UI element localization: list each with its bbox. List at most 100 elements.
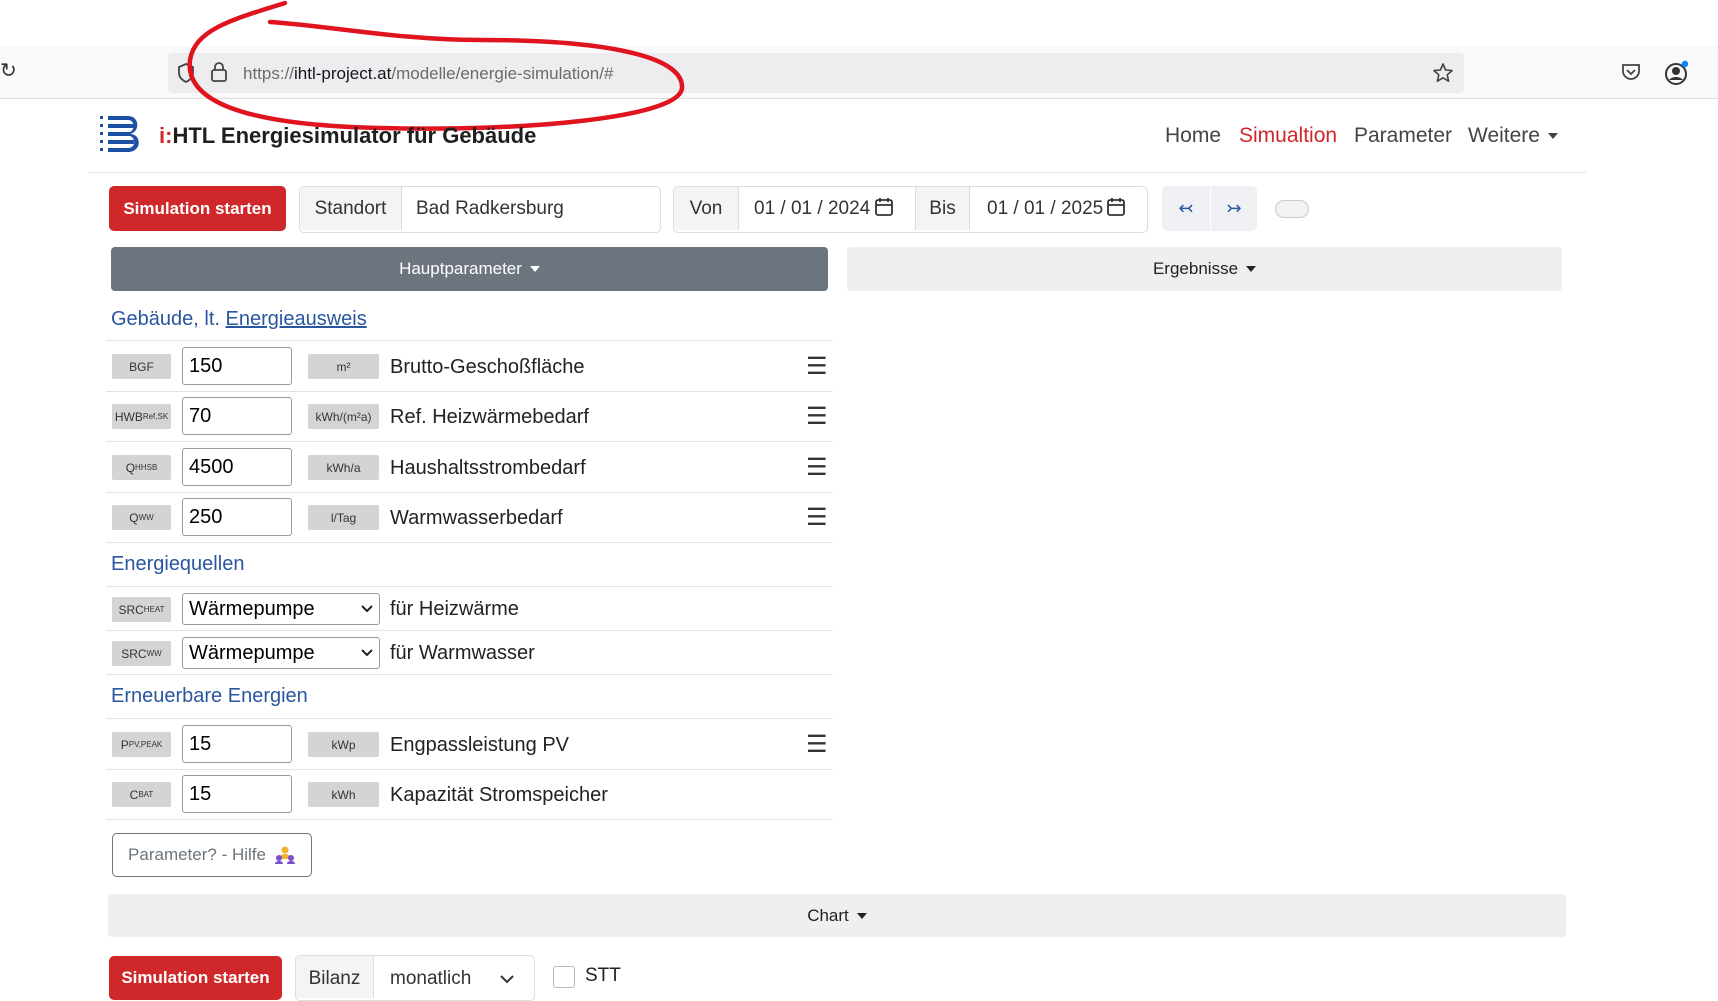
param-symbol-text: BGF [129, 359, 154, 374]
param-label-qww: Warmwasserbedarf [390, 507, 563, 529]
param-label-srcww: für Warmwasser [390, 642, 535, 664]
tab-hauptparameter-label: Hauptparameter [399, 259, 522, 278]
to-date-input[interactable]: 01 / 01 / 2025 [987, 187, 1103, 230]
param-symbol-text: Q [125, 460, 136, 475]
account-icon[interactable] [1664, 60, 1690, 86]
param-input-qww[interactable]: 250 [182, 498, 292, 536]
param-symbol-sub: PV,PEAK [128, 740, 163, 749]
section-sources-title: Energiequellen [111, 553, 245, 575]
param-unit-qww: l/Tag [308, 505, 379, 530]
calendar-icon[interactable] [874, 197, 894, 217]
row-divider [106, 542, 833, 543]
section-building-title: Gebäude, lt. Energieausweis [111, 308, 367, 331]
from-date-input[interactable]: 01 / 01 / 2024 [754, 187, 870, 230]
balance-prefix: Bilanz [296, 956, 374, 998]
nav-parameter[interactable]: Parameter [1354, 124, 1452, 148]
param-label-bgf: Brutto-Geschoßfläche [390, 356, 585, 378]
nav-home[interactable]: Home [1165, 124, 1221, 148]
row-divider [106, 340, 833, 341]
row-divider [106, 718, 833, 719]
calendar-icon[interactable] [1106, 197, 1126, 217]
dropdown-caret-icon [856, 912, 867, 919]
param-unit-ppv: kWp [308, 732, 379, 757]
param-symbol-text: HWB [114, 409, 143, 424]
param-symbol-text: SRC [118, 602, 144, 617]
param-symbol-sub: WW [146, 649, 162, 658]
param-input-hwb[interactable]: 70 [182, 397, 292, 435]
param-symbol-srcheat: SRC HEAT [112, 597, 171, 622]
param-label-srcheat: für Heizwärme [390, 598, 519, 620]
param-symbol-sub: WW [138, 513, 154, 522]
chevron-down-icon [361, 605, 373, 613]
arrow-right-icon: ↣ [1226, 198, 1242, 218]
dropdown-caret-icon [1547, 133, 1558, 140]
navbar-divider [88, 172, 1586, 173]
to-prefix: Bis [915, 187, 970, 230]
menu-icon[interactable]: ☰ [806, 503, 828, 532]
param-input-qhhsb[interactable]: 4500 [182, 448, 292, 486]
param-symbol-sub: Ref,SK [142, 412, 169, 421]
param-unit-cbat: kWh [308, 782, 379, 807]
param-symbol-sub: HHSB [135, 463, 158, 472]
param-input-cbat[interactable]: 15 [182, 775, 292, 813]
param-label-cbat: Kapazität Stromspeicher [390, 784, 608, 806]
tab-chart-label: Chart [807, 905, 849, 925]
balance-select-value: monatlich [390, 968, 472, 989]
param-unit-qhhsb: kWh/a [308, 455, 379, 480]
heat-source-select[interactable]: Wärmepumpe [182, 593, 380, 625]
bookmark-star-icon[interactable] [1432, 62, 1454, 84]
energieausweis-link[interactable]: Energieausweis [226, 308, 367, 330]
nav-weitere[interactable]: Weitere [1468, 124, 1558, 148]
from-prefix: Von [674, 187, 739, 230]
param-symbol-ppv: P PV,PEAK [112, 732, 171, 757]
tab-hauptparameter[interactable]: Hauptparameter [111, 247, 828, 291]
row-divider [106, 441, 833, 442]
extensions-icon[interactable]: ⋮ [1710, 60, 1718, 85]
row-divider [106, 769, 833, 770]
param-symbol-qww: Q WW [112, 505, 171, 530]
brand-title[interactable]: i:HTL Energiesimulator für Gebäude [159, 123, 536, 149]
param-unit-hwb: kWh/(m²a) [308, 404, 379, 429]
help-button[interactable]: Parameter? - Hilfe [112, 833, 312, 877]
menu-icon[interactable]: ☰ [806, 730, 828, 759]
param-input-bgf[interactable]: 150 [182, 347, 292, 385]
arrow-left-icon: ↢ [1178, 198, 1194, 218]
param-symbol-srcww: SRC WW [112, 641, 171, 666]
menu-icon[interactable]: ☰ [806, 453, 828, 482]
stt-checkbox[interactable] [553, 966, 575, 988]
chevron-down-icon[interactable] [500, 975, 514, 984]
next-period-button[interactable]: ↣ [1211, 186, 1257, 231]
toggle-switch[interactable] [1275, 200, 1309, 218]
dropdown-caret-icon [1246, 266, 1257, 272]
simulation-start-button[interactable]: Simulation starten [109, 186, 286, 231]
nav-simulation[interactable]: Simualtion [1239, 124, 1337, 148]
simulation-start-bottom-label: Simulation starten [121, 968, 270, 987]
tab-ergebnisse[interactable]: Ergebnisse [847, 247, 1562, 291]
menu-icon[interactable]: ☰ [806, 402, 828, 431]
row-divider [106, 674, 833, 675]
param-symbol-hwb: HWB Ref,SK [112, 404, 171, 429]
tab-chart[interactable]: Chart [108, 894, 1566, 937]
heat-source-value: Wärmepumpe [189, 597, 315, 620]
brand-title-text: HTL Energiesimulator für Gebäude [172, 123, 537, 148]
param-input-ppv[interactable]: 15 [182, 725, 292, 763]
balance-select[interactable]: monatlich [390, 968, 471, 990]
param-symbol-qhhsb: Q HHSB [112, 455, 171, 480]
row-divider [106, 819, 833, 820]
balance-prefix-label: Bilanz [308, 968, 361, 989]
param-symbol-bgf: BGF [112, 354, 171, 379]
param-unit-bgf: m² [308, 354, 379, 379]
tab-ergebnisse-label: Ergebnisse [1152, 259, 1239, 278]
prev-period-button[interactable]: ↢ [1162, 186, 1210, 231]
ww-source-select[interactable]: Wärmepumpe [182, 637, 380, 669]
location-input[interactable]: Bad Radkersburg [416, 187, 564, 230]
help-people-icon [274, 846, 295, 864]
pocket-icon[interactable] [1620, 62, 1642, 82]
param-symbol-sub: HEAT [143, 605, 165, 614]
param-symbol-cbat: C BAT [112, 782, 171, 807]
menu-icon[interactable]: ☰ [806, 352, 828, 381]
simulation-start-button-bottom[interactable]: Simulation starten [109, 956, 282, 1000]
row-divider [106, 391, 833, 392]
section-renewables-title: Erneuerbare Energien [111, 685, 308, 707]
row-divider [106, 630, 833, 631]
